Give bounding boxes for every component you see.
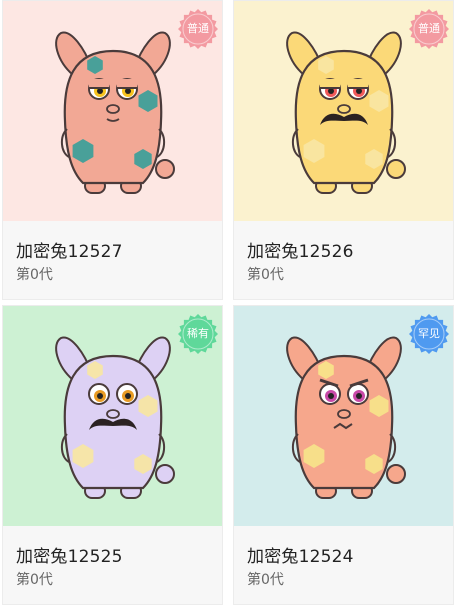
card-info: 加密兔12525 第0代: [3, 526, 222, 604]
generation-label: 第0代: [247, 572, 284, 588]
rarity-label: 普通: [187, 22, 209, 35]
rarity-badge: 普通: [178, 9, 218, 49]
card-info: 加密兔12526 第0代: [234, 221, 453, 299]
nft-card[interactable]: 罕见 加密兔12524 第0代: [233, 305, 454, 605]
card-info: 加密兔12527 第0代: [3, 221, 222, 299]
rabbit-name: 加密兔12527: [16, 242, 123, 262]
rarity-badge: 稀有: [178, 314, 218, 354]
generation-label: 第0代: [16, 267, 53, 283]
card-info: 加密兔12524 第0代: [234, 526, 453, 604]
rabbit-name: 加密兔12525: [16, 547, 123, 567]
rabbit-name: 加密兔12524: [247, 547, 354, 567]
rarity-label: 普通: [418, 22, 440, 35]
rarity-label: 稀有: [187, 327, 209, 340]
rarity-badge: 罕见: [409, 314, 449, 354]
rarity-badge: 普通: [409, 9, 449, 49]
rabbit-name: 加密兔12526: [247, 242, 354, 262]
nft-card[interactable]: 普通 加密兔12526 第0代: [233, 0, 454, 300]
rarity-label: 罕见: [418, 327, 440, 340]
nft-card[interactable]: 普通 加密兔12527 第0代: [2, 0, 223, 300]
generation-label: 第0代: [247, 267, 284, 283]
generation-label: 第0代: [16, 572, 53, 588]
nft-card[interactable]: 稀有 加密兔12525 第0代: [2, 305, 223, 605]
